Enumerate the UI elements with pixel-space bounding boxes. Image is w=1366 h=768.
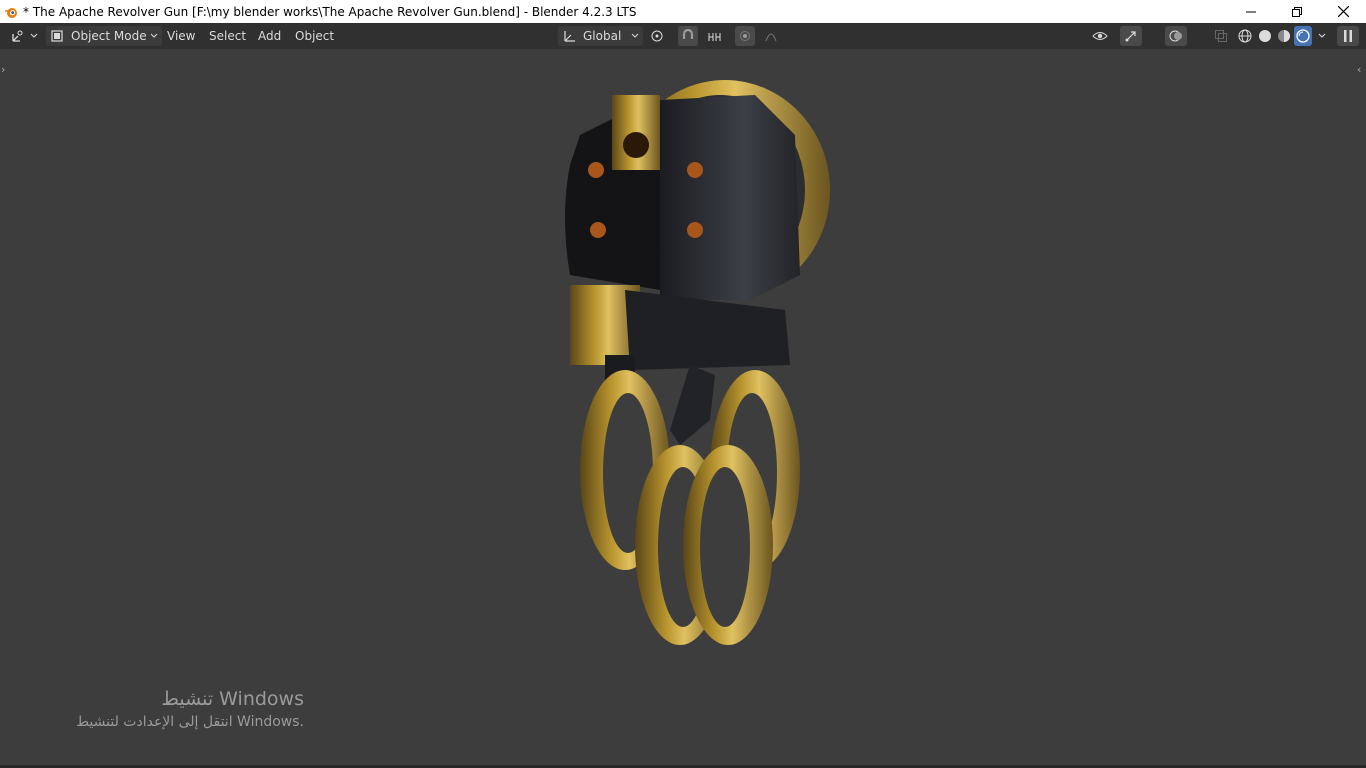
snap-toggle-button[interactable] (678, 26, 698, 46)
editor-type-button[interactable] (10, 26, 38, 46)
pivot-point-button[interactable] (643, 26, 673, 46)
wireframe-shading-button[interactable] (1236, 26, 1254, 46)
snap-target-button[interactable] (700, 26, 730, 46)
pause-icon (1344, 30, 1352, 42)
snap-magnet-icon (682, 29, 694, 39)
windows-activation-subtitle: انتقل إلى الإعدادت لتنشيط Windows. (76, 714, 304, 730)
close-button[interactable] (1320, 0, 1366, 23)
snap-increment-icon (708, 33, 721, 41)
material-preview-button[interactable] (1275, 26, 1293, 46)
pause-render-button[interactable] (1337, 26, 1359, 46)
shading-options-button[interactable] (1314, 26, 1330, 46)
revolver-gun-model[interactable] (540, 75, 840, 670)
restore-button[interactable] (1274, 0, 1320, 23)
window-titlebar: * The Apache Revolver Gun [F:\my blender… (0, 0, 1366, 23)
viewport-header: Object Mode View Select Add Object Globa… (0, 23, 1366, 49)
solid-shading-icon (1259, 30, 1271, 42)
visibility-button[interactable] (1085, 26, 1115, 46)
material-preview-icon (1278, 30, 1290, 42)
menu-object[interactable]: Object (288, 26, 341, 46)
transform-pivot-icon (651, 30, 663, 42)
wireframe-shading-icon (1238, 29, 1252, 43)
gizmo-icon (1125, 31, 1136, 42)
proportional-editing-icon (740, 31, 750, 41)
minimize-icon (1246, 11, 1256, 12)
transform-orientation-label: Global (583, 29, 622, 43)
toolbar-expand-icon[interactable]: › (1, 63, 5, 76)
rendered-shading-button[interactable] (1294, 26, 1312, 46)
menu-select[interactable]: Select (202, 26, 253, 46)
3d-viewport-icon (12, 30, 23, 42)
chevron-down-icon (1318, 33, 1326, 38)
restore-icon (1292, 6, 1302, 17)
mode-dropdown[interactable]: Object Mode (46, 26, 162, 46)
transform-orientation-dropdown[interactable]: Global (558, 26, 643, 46)
global-axes-icon (564, 31, 575, 42)
menu-add[interactable]: Add (251, 26, 288, 46)
menu-view[interactable]: View (160, 26, 202, 46)
object-mode-icon (51, 30, 63, 42)
chevron-down-icon (30, 33, 38, 38)
solid-shading-button[interactable] (1256, 26, 1274, 46)
falloff-button[interactable] (757, 26, 787, 46)
proportional-editing-button[interactable] (735, 26, 755, 46)
visibility-eye-icon (1092, 32, 1108, 40)
window-title: * The Apache Revolver Gun [F:\my blender… (23, 4, 637, 19)
overlay-toggle-button[interactable] (1165, 26, 1187, 46)
blender-logo-icon (5, 7, 17, 18)
overlay-icon (1169, 30, 1182, 42)
chevron-down-icon (631, 33, 639, 38)
chevron-down-icon (150, 33, 158, 38)
minimize-button[interactable] (1228, 0, 1274, 23)
sidebar-expand-icon[interactable]: ‹ (1357, 63, 1361, 76)
falloff-curve-icon (765, 33, 777, 42)
rendered-shading-icon (1296, 29, 1310, 43)
xray-icon (1215, 30, 1227, 42)
xray-toggle-button[interactable] (1211, 26, 1231, 46)
windows-activation-title: تنشيط Windows (161, 688, 304, 710)
close-icon (1337, 6, 1349, 17)
gizmo-toggle-button[interactable] (1120, 26, 1142, 46)
mode-label: Object Mode (71, 29, 147, 43)
